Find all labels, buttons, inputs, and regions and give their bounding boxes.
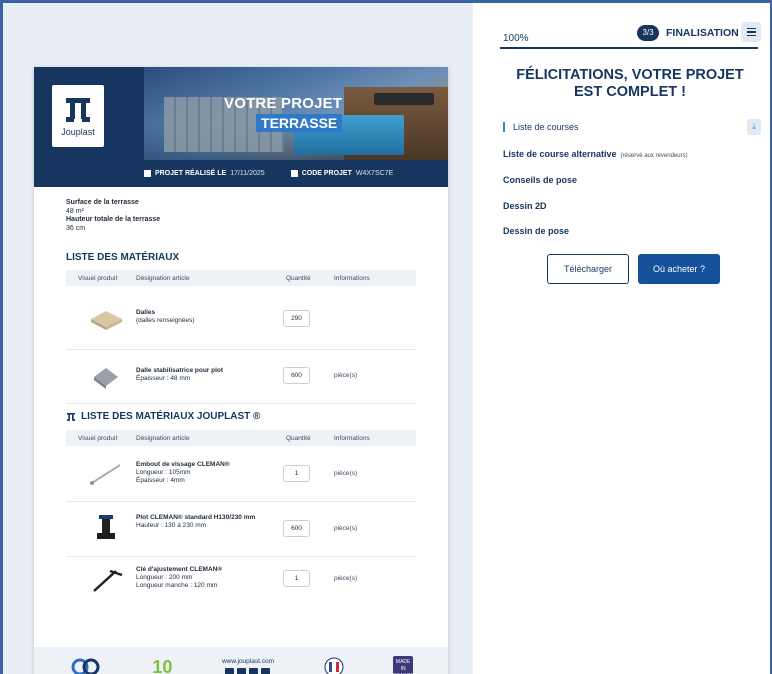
jouplast-logo: Jouplast (52, 85, 104, 147)
table-row: Dalles (dalles renseignées) 290 (66, 287, 416, 350)
adjustment-key-icon (93, 569, 123, 592)
where-to-buy-button[interactable]: Où acheter ? (638, 254, 720, 284)
document-meta-bar: PROJET RÉALISÉ LE 17/11/2025 CODE PROJET… (34, 160, 448, 187)
jouplast-materials-section-title: LISTE DES MATÉRIAUX JOUPLAST ® (66, 411, 260, 422)
shopping-list-link[interactable]: Liste de courses (503, 122, 579, 132)
calendar-icon (144, 170, 151, 177)
table-row: Plot CLEMAN® standard H130/230 mm Hauteu… (66, 502, 416, 557)
progress-percentage: 100% (503, 33, 529, 44)
table-row: Dalle stabilisatrice pour plot Épaisseur… (66, 350, 416, 404)
table-row: Embout de vissage CLEMAN® Longueur : 105… (66, 447, 416, 502)
ten-year-badge: 10 (152, 656, 173, 674)
step-name: FINALISATION (666, 27, 739, 39)
quantity-field: 290 (283, 310, 310, 327)
document-footer: 10 www.jouplast.com MADE IN FRANCE (34, 647, 448, 674)
download-icon[interactable]: ⤓ (747, 119, 761, 135)
screw-bit-icon (90, 464, 121, 485)
alternative-list-link[interactable]: Liste de course alternative (réservé aux … (503, 149, 688, 159)
materials-section-title: LISTE DES MATÉRIAUX (66, 252, 180, 263)
table-row: Clé d'ajustement CLEMAN® Longueur : 200 … (66, 557, 416, 607)
quantity-field: 1 (283, 465, 310, 482)
download-button[interactable]: Télécharger (547, 254, 629, 284)
installation-drawing-link[interactable]: Dessin de pose (503, 226, 569, 236)
pedestal-icon (97, 515, 115, 539)
logo-text: Jouplast (61, 127, 95, 137)
instagram-icon (249, 667, 259, 674)
hamburger-icon (746, 27, 756, 30)
menu-button[interactable] (741, 22, 761, 42)
title-line-2: TERRASSE (256, 114, 343, 132)
installation-tips-link[interactable]: Conseils de pose (503, 175, 577, 185)
finalisation-panel: 100% 3/3 FINALISATION FÉLICITATIONS, VOT… (473, 3, 770, 674)
project-document: Jouplast VOTRE PROJET TERRASSE PROJET RÉ… (34, 67, 448, 674)
drawing-2d-link[interactable]: Dessin 2D (503, 201, 547, 211)
facebook-icon (261, 667, 271, 674)
made-in-france-badge: MADE IN FRANCE (393, 656, 414, 674)
progress-bar (500, 47, 758, 49)
project-date: PROJET RÉALISÉ LE 17/11/2025 (144, 170, 265, 177)
quantity-field: 600 (283, 520, 310, 537)
france-shield-icon (324, 657, 344, 674)
partner-logo-icon (71, 658, 100, 674)
jouplast-logo-icon (66, 98, 90, 122)
tag-icon (290, 170, 298, 177)
document-title: VOTRE PROJET TERRASSE (224, 95, 343, 133)
quantity-field: 1 (283, 570, 310, 587)
project-code: CODE PROJET W4X7SC7E (290, 170, 393, 177)
progress-bar-fill (500, 47, 758, 49)
congratulations-heading: FÉLICITATIONS, VOTRE PROJET EST COMPLET … (516, 67, 744, 100)
footer-website: www.jouplast.com (222, 658, 274, 674)
document-header: Jouplast VOTRE PROJET TERRASSE PROJET RÉ… (34, 67, 448, 187)
tile-icon (91, 311, 122, 330)
linkedin-icon (225, 667, 235, 674)
terrace-dimensions: Surface de la terrasse 48 m² Hauteur tot… (66, 199, 161, 232)
materials-table-header: Visuel produit Désignation article Quant… (66, 270, 416, 286)
jouplast-table-header: Visuel produit Désignation article Quant… (66, 430, 416, 446)
youtube-icon (237, 667, 247, 674)
document-preview-pane[interactable]: Jouplast VOTRE PROJET TERRASSE PROJET RÉ… (3, 3, 473, 674)
jouplast-mark-icon (67, 412, 75, 421)
title-line-1: VOTRE PROJET (224, 95, 343, 112)
quantity-field: 600 (283, 367, 310, 384)
step-counter: 3/3 (637, 25, 659, 41)
stabilizer-tile-icon (94, 368, 118, 389)
